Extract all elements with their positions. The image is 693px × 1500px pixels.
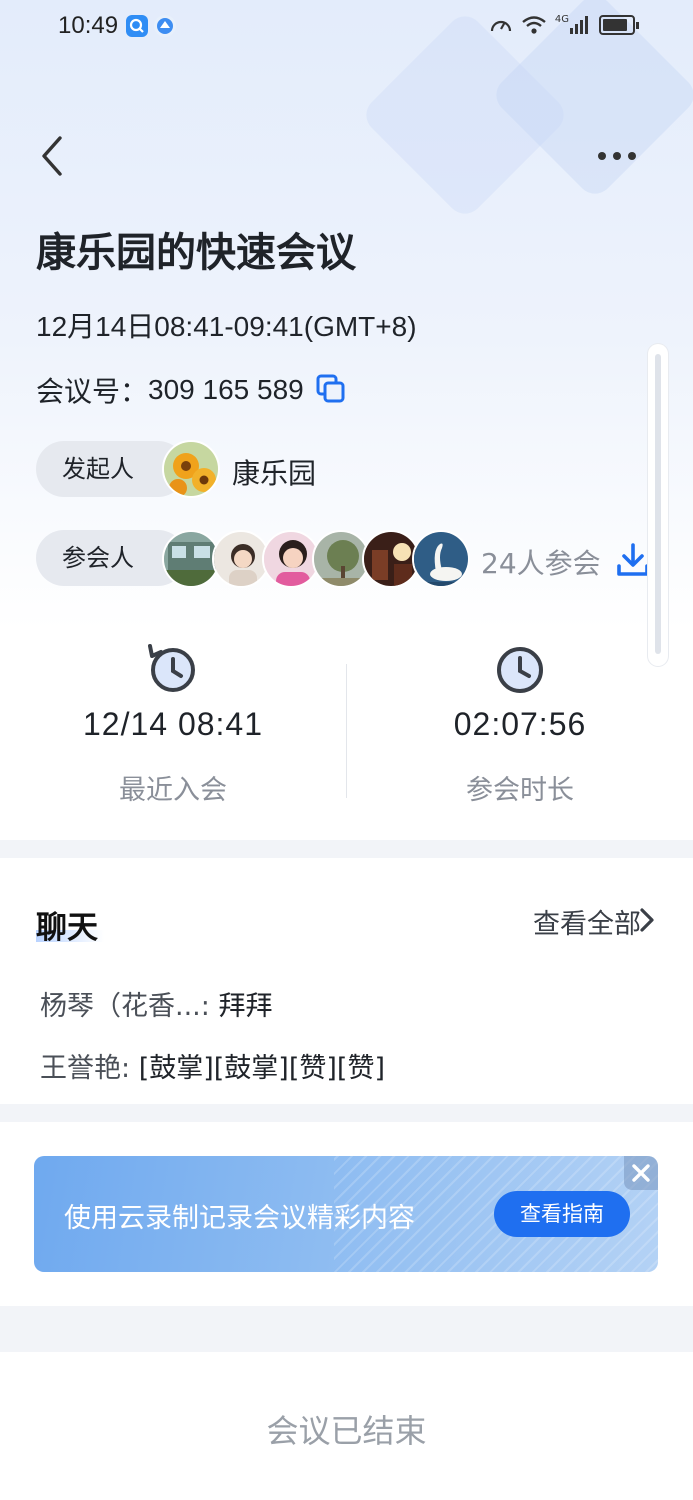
- battery-icon: [599, 15, 639, 35]
- close-icon: [632, 1164, 650, 1182]
- status-indicators: 4G: [489, 13, 639, 36]
- chat-message: 杨琴（花香...: 拜拜: [40, 984, 272, 1023]
- cloud-recording-banner[interactable]: 使用云录制记录会议精彩内容 查看指南: [34, 1156, 658, 1272]
- duration-label: 参会时长: [466, 775, 574, 806]
- meeting-title: 康乐园的快速会议: [36, 230, 356, 276]
- search-app-icon: [126, 15, 148, 37]
- participant-count[interactable]: 24人参会: [481, 542, 601, 582]
- chat-text: 拜拜: [218, 991, 273, 1022]
- chat-section: 聊天 查看全部 杨琴（花香...: 拜拜 王誉艳: [鼓掌][鼓掌][赞][赞]: [0, 858, 693, 1104]
- banner-text: 使用云录制记录会议精彩内容: [64, 1203, 415, 1234]
- meeting-time-range: 12月14日08:41-09:41(GMT+8): [36, 311, 417, 342]
- view-guide-button[interactable]: 查看指南: [494, 1191, 630, 1237]
- chat-title: 聊天: [36, 910, 98, 946]
- meeting-id-row: 会议号： 309 165 589: [36, 370, 348, 410]
- more-dots-icon: [598, 152, 636, 160]
- chevron-right-icon[interactable]: [637, 906, 657, 934]
- meeting-id-value: 309 165 589: [148, 374, 304, 405]
- stats-divider: [346, 664, 347, 798]
- chat-sender: 杨琴（花香...:: [40, 991, 210, 1022]
- history-clock-icon: [148, 644, 195, 692]
- view-all-chat-button[interactable]: 查看全部: [533, 902, 641, 941]
- last-join-label: 最近入会: [119, 775, 227, 806]
- status-time: 10:49: [58, 12, 119, 39]
- back-button[interactable]: [36, 132, 76, 180]
- banner-close-button[interactable]: [624, 1156, 658, 1190]
- meeting-id-label: 会议号：: [36, 375, 149, 408]
- promo-section: 使用云录制记录会议精彩内容 查看指南: [0, 1122, 693, 1306]
- chevron-left-icon: [42, 136, 62, 176]
- chat-message: 王誉艳: [鼓掌][鼓掌][赞][赞]: [40, 1046, 385, 1085]
- last-join-value: 12/14 08:41: [82, 706, 264, 742]
- status-bar: 10:49 4G: [0, 0, 693, 56]
- wifi-icon: [522, 16, 546, 34]
- duration-value: 02:07:56: [453, 706, 587, 742]
- meeting-header-section: 10:49 4G 康乐园的快速会议 12月14日08:41-09:41(GMT+…: [0, 0, 693, 840]
- initiator-avatar[interactable]: [162, 440, 220, 498]
- bottom-status-bar: 会议已结束: [0, 1352, 693, 1500]
- chat-sender: 王誉艳:: [40, 1053, 131, 1084]
- clock-icon: [497, 647, 543, 693]
- scrollbar[interactable]: [648, 344, 668, 666]
- participant-avatar[interactable]: [412, 530, 470, 588]
- download-icon[interactable]: [616, 542, 650, 578]
- signal-icon: [570, 16, 588, 34]
- browser-app-icon: [154, 15, 176, 37]
- more-options-button[interactable]: [594, 140, 642, 172]
- speed-icon: [490, 20, 511, 32]
- chat-text: [鼓掌][鼓掌][赞][赞]: [138, 1053, 385, 1084]
- copy-icon[interactable]: [314, 373, 348, 407]
- network-type-label: 4G: [554, 13, 569, 25]
- initiator-name: 康乐园: [232, 457, 317, 490]
- meeting-ended-label: 会议已结束: [266, 1412, 427, 1450]
